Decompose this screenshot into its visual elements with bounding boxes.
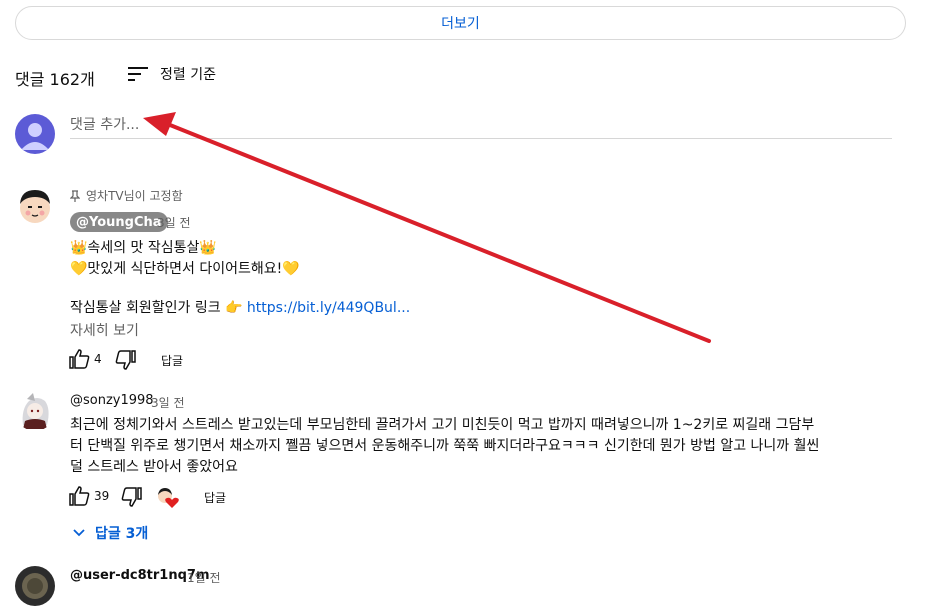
annotation-arrow	[143, 112, 711, 343]
